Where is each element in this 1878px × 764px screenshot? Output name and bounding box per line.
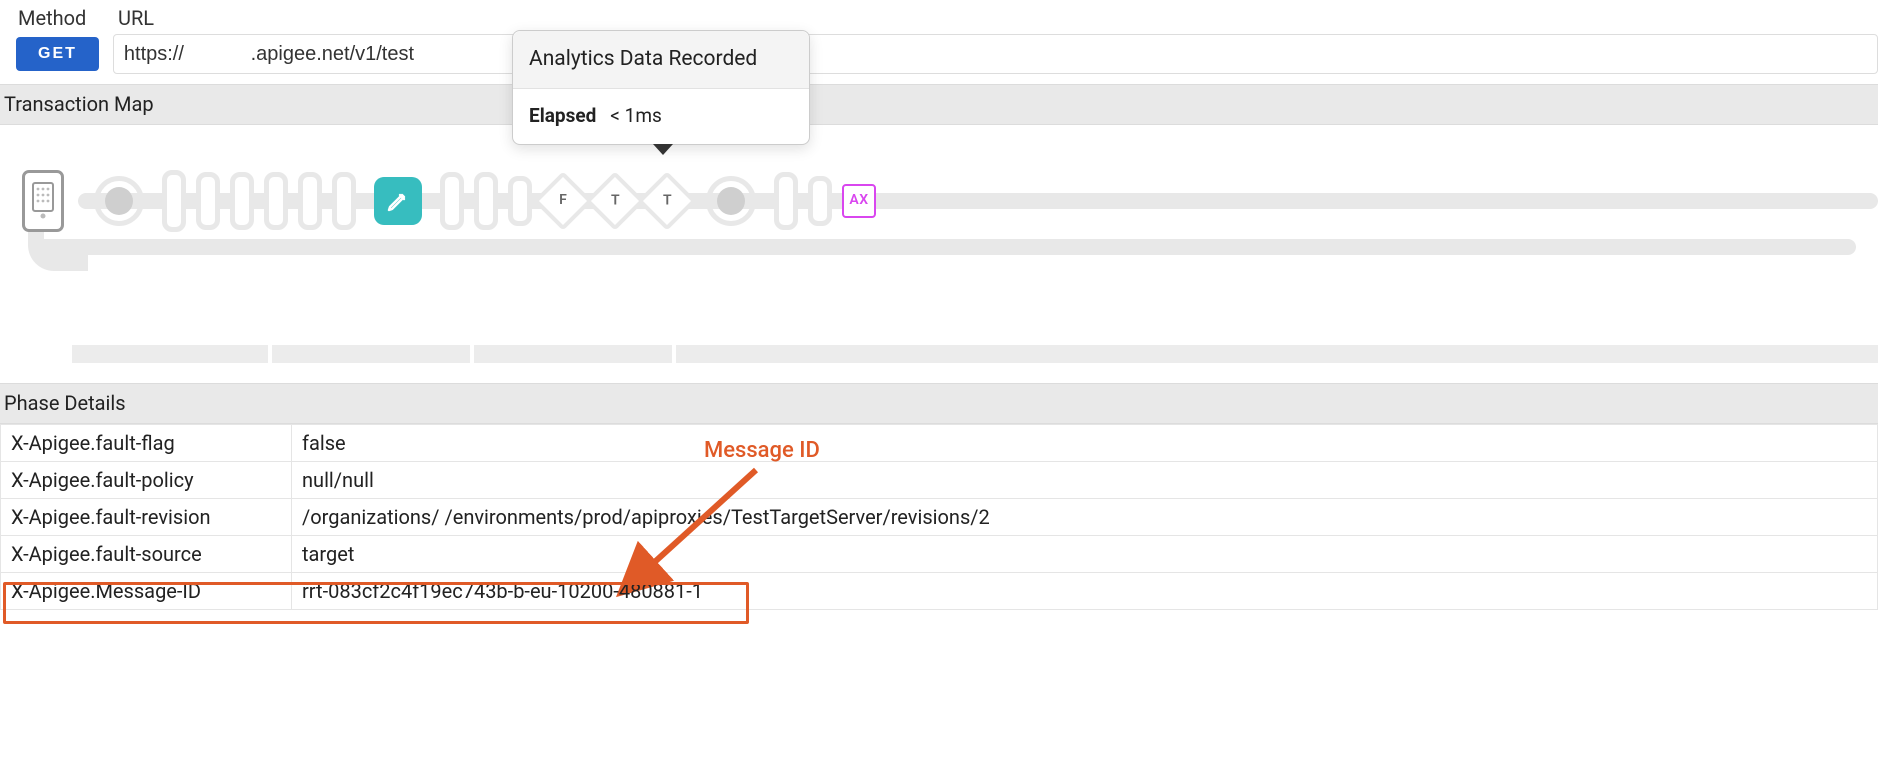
flow-step-dot[interactable] (706, 176, 756, 226)
condition-step[interactable]: T (637, 171, 696, 230)
phase-segment[interactable] (272, 345, 470, 363)
flow-step[interactable] (440, 172, 464, 230)
phase-value: /organizations/ /environments/prod/apipr… (292, 499, 1878, 536)
annotation-label: Message ID (704, 436, 820, 467)
flow-step[interactable] (196, 172, 220, 230)
phase-key: X-Apigee.fault-flag (1, 425, 292, 462)
flow-step[interactable] (508, 176, 532, 226)
table-row: X-Apigee.fault-policy null/null (1, 462, 1878, 499)
policy-assign-message[interactable] (374, 177, 422, 225)
section-transaction-map: Transaction Map (0, 84, 1878, 125)
flow-step[interactable] (808, 176, 832, 226)
phase-key: X-Apigee.fault-policy (1, 462, 292, 499)
condition-step[interactable]: T (585, 171, 644, 230)
phase-segment[interactable] (676, 345, 1878, 363)
phase-value: null/null (292, 462, 1878, 499)
phase-segments (0, 345, 1878, 363)
flow-step[interactable] (332, 172, 356, 230)
flow-step[interactable] (264, 172, 288, 230)
phase-key: X-Apigee.fault-revision (1, 499, 292, 536)
client-device-icon[interactable] (22, 170, 64, 232)
phase-key: X-Apigee.Message-ID (1, 573, 292, 610)
phase-segment[interactable] (474, 345, 672, 363)
flow-step[interactable] (230, 172, 254, 230)
flow-step[interactable] (298, 172, 322, 230)
tooltip-elapsed-value: < 1ms (610, 103, 662, 130)
phase-key: X-Apigee.fault-source (1, 536, 292, 573)
table-row: X-Apigee.fault-source target (1, 536, 1878, 573)
table-row-message-id: X-Apigee.Message-ID rrt-083cf2c4f19ec743… (1, 573, 1878, 610)
condition-step[interactable]: F (533, 171, 592, 230)
tooltip-caret-icon (653, 144, 673, 155)
section-phase-details: Phase Details (0, 383, 1878, 424)
transaction-map: F T T AX (0, 125, 1878, 319)
tooltip-elapsed-label: Elapsed (529, 103, 596, 130)
phase-segment[interactable] (72, 345, 268, 363)
table-row: X-Apigee.fault-revision /organizations/ … (1, 499, 1878, 536)
phase-value: target (292, 536, 1878, 573)
url-input[interactable] (113, 34, 1878, 74)
phase-value: false (292, 425, 1878, 462)
method-button[interactable]: GET (16, 37, 99, 71)
flow-step[interactable] (774, 172, 798, 230)
phase-value: rrt-083cf2c4f19ec743b-b-eu-10200-480881-… (292, 573, 1878, 610)
analytics-step[interactable]: AX (842, 184, 876, 218)
analytics-tooltip: Analytics Data Recorded Elapsed < 1ms (512, 30, 810, 145)
flow-step[interactable] (474, 172, 498, 230)
flow-step[interactable] (162, 170, 186, 232)
table-row: X-Apigee.fault-flag false (1, 425, 1878, 462)
tooltip-title: Analytics Data Recorded (513, 31, 809, 89)
flow-step-dot[interactable] (94, 176, 144, 226)
phase-details-table: X-Apigee.fault-flag false X-Apigee.fault… (0, 424, 1878, 610)
url-label: URL (118, 4, 154, 32)
method-label: Method (18, 4, 96, 32)
